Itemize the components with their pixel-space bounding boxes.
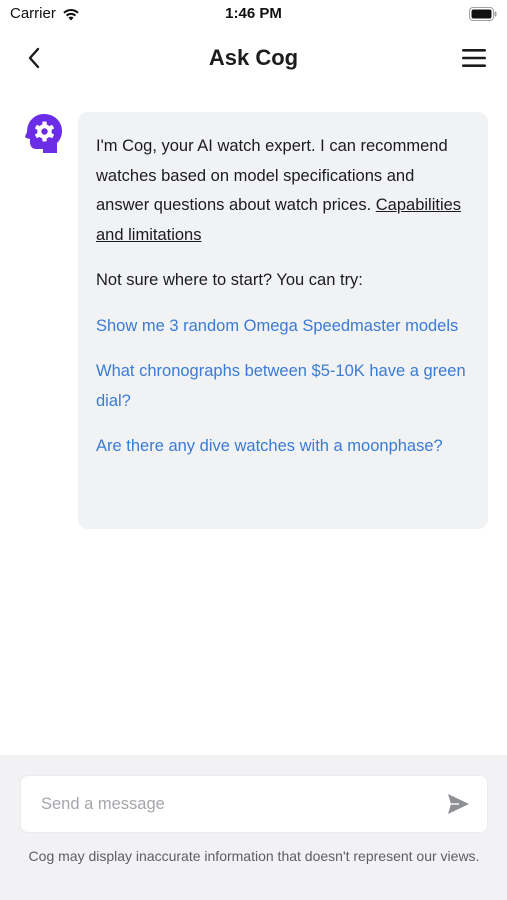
avatar [21, 112, 65, 156]
navigation-bar: Ask Cog [0, 36, 507, 84]
message-input-box [20, 775, 488, 833]
gear-head-icon [21, 114, 65, 160]
suggestions-label: Not sure where to start? You can try: [96, 271, 363, 289]
send-button[interactable] [445, 791, 471, 817]
page-title: Ask Cog [208, 45, 299, 70]
suggestion-link-1[interactable]: Show me 3 random Omega Speedmaster model… [96, 312, 470, 342]
suggestion-link-2[interactable]: What chronographs between $5-10K have a … [96, 357, 470, 416]
message-input[interactable] [41, 776, 431, 832]
status-bar: Carrier 1:46 PM [0, 0, 507, 28]
assistant-message-bubble: I'm Cog, your AI watch expert. I can rec… [78, 112, 488, 529]
clock: 1:46 PM [225, 5, 282, 22]
battery-full-icon [469, 7, 497, 21]
send-icon [445, 794, 471, 821]
composer-area: Cog may display inaccurate information t… [0, 755, 507, 900]
suggestion-link-3[interactable]: Are there any dive watches with a moonph… [96, 432, 470, 462]
hamburger-menu-icon [461, 47, 487, 74]
intro-message: I'm Cog, your AI watch expert. I can rec… [96, 132, 470, 250]
disclaimer-text: Cog may display inaccurate information t… [28, 848, 480, 864]
menu-button[interactable] [461, 47, 487, 73]
